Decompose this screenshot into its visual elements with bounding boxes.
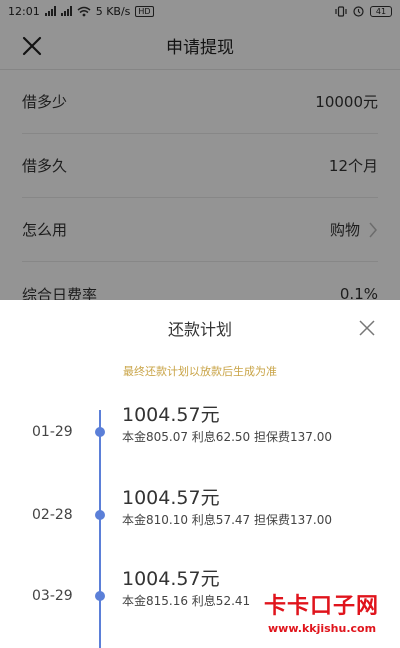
plan-item-detail: 本金805.07 利息62.50 担保费137.00 bbox=[122, 430, 332, 444]
plan-item-date: 02-28 bbox=[32, 507, 73, 523]
plan-item: 01-29 1004.57元 本金805.07 利息62.50 担保费137.0… bbox=[0, 400, 400, 460]
plan-item-amount: 1004.57元 bbox=[122, 487, 220, 509]
plan-item-detail: 本金815.16 利息52.41 bbox=[122, 594, 251, 608]
modal-overlay[interactable] bbox=[0, 0, 400, 300]
plan-item: 02-28 1004.57元 本金810.10 利息57.47 担保费137.0… bbox=[0, 483, 400, 543]
timeline-dot bbox=[95, 427, 105, 437]
sheet-title: 还款计划 bbox=[167, 320, 232, 339]
plan-note: 最终还款计划以放款后生成为准 bbox=[123, 365, 277, 378]
plan-item-detail: 本金810.10 利息57.47 担保费137.00 bbox=[122, 513, 332, 527]
plan-item-amount: 1004.57元 bbox=[122, 568, 220, 590]
close-icon[interactable] bbox=[357, 318, 377, 338]
plan-item-date: 03-29 bbox=[32, 588, 73, 604]
plan-item-amount: 1004.57元 bbox=[122, 404, 220, 426]
timeline-dot bbox=[95, 591, 105, 601]
watermark-url: www.kkjishu.com bbox=[268, 622, 377, 635]
timeline-dot bbox=[95, 510, 105, 520]
plan-item-date: 01-29 bbox=[32, 424, 73, 440]
watermark: 卡卡口子网 www.kkjishu.com bbox=[258, 584, 396, 644]
watermark-title: 卡卡口子网 bbox=[264, 594, 380, 619]
